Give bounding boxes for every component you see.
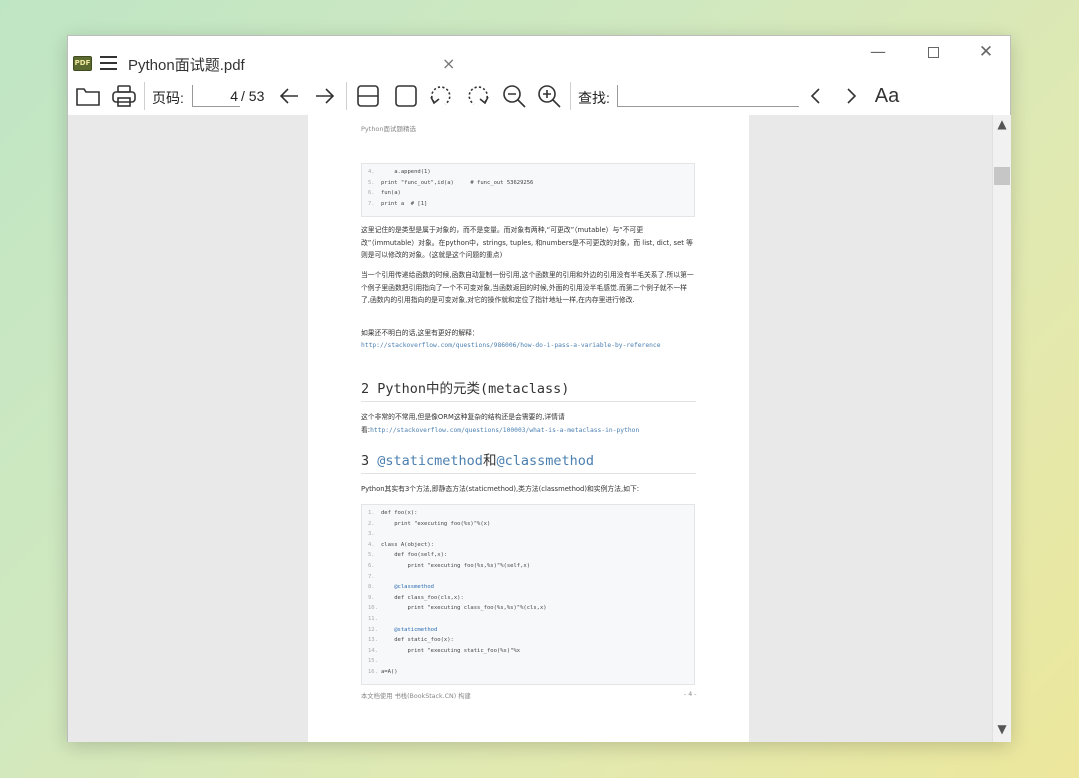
code-line: 14. print "executing static_foo(%s)"%x [368, 647, 521, 654]
code-block-2: 1. def foo(x): 2. print "executing foo(%s… [361, 504, 695, 685]
code-line: 1. def foo(x): [368, 510, 418, 516]
code-line: 8. @classmethod [368, 584, 434, 591]
code-line: 12. @staticmethod [368, 626, 438, 633]
stackoverflow-link[interactable]: http://stackoverflow.com/questions/98600… [361, 340, 694, 353]
code-line: 13. def static_foo(x): [368, 637, 454, 644]
code-line: 11. [368, 615, 378, 622]
chevron-right-icon [847, 88, 857, 104]
zoom-out-icon [503, 85, 526, 108]
minimize-button[interactable]: — [863, 42, 893, 62]
search-input[interactable] [617, 85, 799, 107]
scroll-up-icon[interactable]: ▲ [993, 117, 1011, 135]
code-line: 7. print a # [1] [368, 200, 428, 207]
code-line: 9. def class_foo(cls,x): [368, 594, 464, 601]
heading-code-staticmethod: @staticmethod [377, 453, 483, 469]
menu-icon[interactable] [100, 56, 117, 70]
toolbar-separator [346, 82, 347, 110]
paragraph: Python其实有3个方法,即静态方法(staticmethod),类方法(cl… [361, 485, 640, 493]
vertical-scrollbar[interactable]: ▲ ▼ [992, 115, 1011, 742]
toolbar-separator [570, 82, 571, 110]
maximize-icon [927, 47, 939, 58]
code-line: 5. def foo(self,x): [368, 552, 448, 559]
arrow-right-icon [316, 88, 335, 104]
page-total: / 53 [241, 88, 265, 104]
rotate-left-icon [430, 86, 451, 105]
arrow-left-icon [279, 88, 298, 104]
code-line: 2. print "executing foo(%s)"%(x) [368, 520, 491, 527]
scroll-down-icon[interactable]: ▼ [993, 722, 1011, 740]
section-heading: 3 @staticmethod和@classmethod [361, 449, 696, 474]
page-label: 页码: [152, 90, 184, 106]
print-button[interactable] [110, 84, 138, 108]
metaclass-link[interactable]: http://stackoverflow.com/questions/10000… [370, 427, 639, 434]
paragraph: 这个非常的不常用,但是像ORM这种复杂的结构还是会需要的,详情请看:http:/… [361, 411, 694, 437]
next-page-button[interactable] [312, 84, 338, 108]
close-window-button[interactable]: ✕ [971, 42, 1001, 62]
zoom-out-button[interactable] [500, 84, 528, 108]
paragraph: 这里记住的是类型是属于对象的，而不是变量。而对象有两种,“可更改”（mutabl… [361, 226, 693, 259]
toolbar: 页码: / 53 查找: [68, 78, 1010, 114]
code-line: 15. [368, 658, 378, 665]
pdf-page: Python面试题精选 4. a.append(1) 5. print "func… [308, 115, 749, 742]
pdf-reader-window: PDF Python面试题.pdf × — ✕ 页码: / 53 [67, 35, 1011, 742]
single-page-view-button[interactable] [392, 84, 420, 108]
split-view-icon [357, 85, 379, 107]
font-settings-button[interactable]: Aa [872, 84, 902, 108]
two-page-view-button[interactable] [354, 84, 382, 108]
search-previous-button[interactable] [805, 84, 827, 108]
chevron-left-icon [810, 88, 820, 104]
code-line: 10. print "executing class_foo(%s,%s)"%(… [368, 605, 547, 612]
page-number-input[interactable] [192, 85, 240, 107]
maximize-button[interactable] [918, 42, 948, 62]
scroll-thumb[interactable] [994, 167, 1010, 185]
heading-code-classmethod: @classmethod [496, 453, 594, 469]
search-label: 查找: [578, 90, 610, 106]
page-view-icon [395, 85, 417, 107]
code-line: 3. [368, 531, 375, 538]
zoom-in-button[interactable] [535, 84, 563, 108]
code-line: 4. a.append(1) [368, 169, 431, 175]
paragraph: 如果还不明白的话,这里有更好的解释： [361, 329, 479, 337]
code-line: 7. [368, 573, 375, 580]
page-footer-left: 本文档使用 书栈(BookStack.CN) 构建 [361, 693, 471, 700]
printer-icon [112, 85, 136, 107]
title-bar: PDF Python面试题.pdf × — ✕ [68, 36, 1010, 76]
page-footer-number: - 4 - [684, 691, 697, 698]
folder-icon [76, 88, 100, 106]
pdf-app-logo-icon: PDF [73, 56, 92, 71]
code-line: 5. print "func_out",id(a) # func_out 5362… [368, 179, 534, 186]
code-line: 6. fun(a) [368, 190, 401, 197]
rotate-right-button[interactable] [464, 84, 492, 108]
paragraph: 当一个引用传递给函数的时候,函数自动复制一份引用,这个函数里的引用和外边的引用没… [361, 271, 694, 304]
rotate-right-icon [468, 86, 489, 105]
code-line: 6. print "executing foo(%s,%s)"%(self,x) [368, 562, 531, 569]
code-line: 4. class A(object): [368, 541, 434, 548]
close-tab-icon[interactable]: × [442, 54, 455, 73]
rotate-left-button[interactable] [427, 84, 455, 108]
code-block-1: 4. a.append(1) 5. print "func_out",id(a) … [361, 163, 695, 217]
toolbar-separator [144, 82, 145, 110]
zoom-in-icon [538, 85, 561, 108]
open-folder-button[interactable] [74, 84, 102, 108]
running-head: Python面试题精选 [361, 125, 417, 133]
search-next-button[interactable] [840, 84, 862, 108]
code-line: 16. a=A() [368, 668, 398, 675]
previous-page-button[interactable] [276, 84, 302, 108]
section-heading: 2 Python中的元类(metaclass) [361, 377, 696, 402]
document-viewer[interactable]: Python面试题精选 4. a.append(1) 5. print "func… [68, 115, 992, 742]
document-tab-title[interactable]: Python面试题.pdf [128, 54, 245, 75]
